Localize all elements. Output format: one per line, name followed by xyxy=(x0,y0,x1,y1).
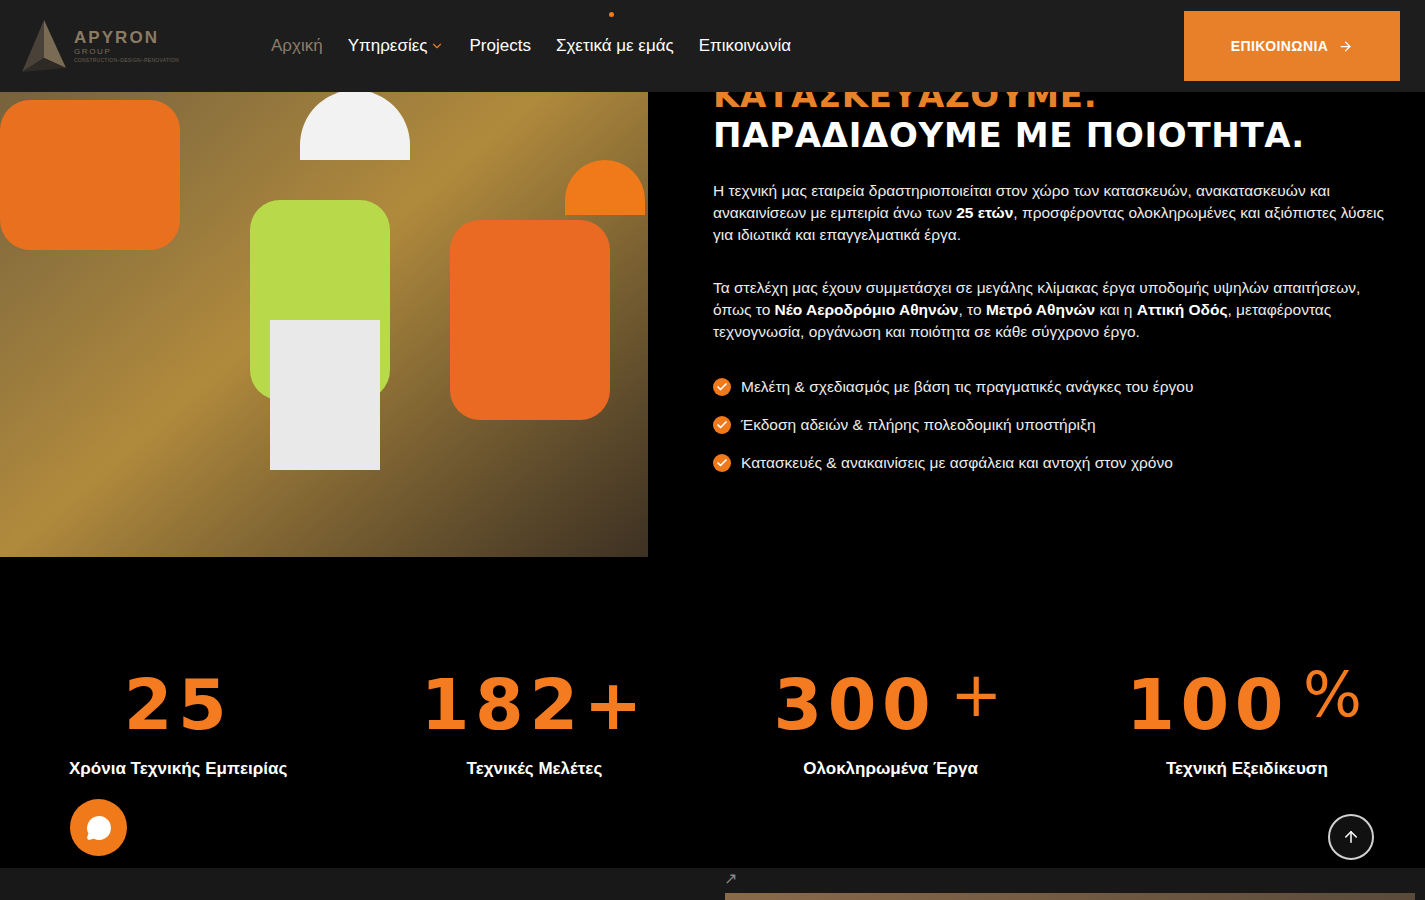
stat: 182+ Τεχνικές Μελέτες xyxy=(356,665,712,868)
stat-value: 100% xyxy=(1126,665,1367,745)
arrow-link[interactable]: ↗ xyxy=(724,869,737,889)
scroll-top-button[interactable] xyxy=(1328,814,1374,860)
check-icon xyxy=(713,416,731,434)
stat-label: Χρόνια Τεχνικής Εμπειρίας xyxy=(69,758,287,780)
page: ΚΑΤΑΣΚΕΥΑΖΟΥΜΕ.ΠΑΡΑΔΙΔΟΥΜΕ ΜΕ ΠΟΙΟΤΗΤΑ.Η… xyxy=(0,0,1425,900)
contact-button[interactable]: ΕΠΙΚΟΙΝΩΝΙΑ xyxy=(1184,11,1400,81)
nav-item[interactable]: Projects xyxy=(469,35,530,57)
about-paragraph: Η τεχνική μας εταιρεία δραστηριοποιείται… xyxy=(713,180,1395,246)
check-icon xyxy=(713,378,731,396)
arrow-up-icon xyxy=(1342,828,1360,846)
stat-value: 300+ xyxy=(773,665,1007,745)
active-dot xyxy=(609,12,614,17)
checklist-item: Κατασκευές & ανακαινίσεις με ασφάλεια κα… xyxy=(713,452,1395,474)
logo-icon xyxy=(18,16,70,76)
header: APYRONGROUPCONSTRUCTION–DESIGN–RENOVATIO… xyxy=(0,0,1425,92)
stat-label: Τεχνικές Μελέτες xyxy=(467,758,603,780)
checklist-item: Μελέτη & σχεδιασμός με βάση τις πραγματι… xyxy=(713,376,1395,398)
about-paragraph: Τα στελέχη μας έχουν συμμετάσχει σε μεγά… xyxy=(713,277,1395,343)
stat: 25 Χρόνια Τεχνικής Εμπειρίας xyxy=(0,665,356,868)
nav-item[interactable]: Επικοινωνία xyxy=(699,35,791,57)
arrow-right-icon xyxy=(1338,39,1353,54)
stat-label: Ολοκληρωμένα Έργα xyxy=(803,758,978,780)
chat-button[interactable] xyxy=(70,799,127,856)
checklist-item: Έκδοση αδειών & πλήρης πολεοδομική υποστ… xyxy=(713,414,1395,436)
checklist: Μελέτη & σχεδιασμός με βάση τις πραγματι… xyxy=(713,376,1395,474)
nav-item[interactable]: Υπηρεσίες xyxy=(348,35,445,57)
check-icon xyxy=(713,454,731,472)
stat: 300+ Ολοκληρωμένα Έργα xyxy=(713,665,1069,868)
main-nav: Αρχική Υπηρεσίες Projects Σχετικά με εμάς Επ… xyxy=(271,35,791,57)
stat-value: 182+ xyxy=(421,665,648,745)
chat-icon xyxy=(86,815,112,841)
stats-section: 25 Χρόνια Τεχνικής Εμπειρίας 182+ Τεχνικές … xyxy=(0,557,1425,868)
nav-item[interactable]: Αρχική xyxy=(271,35,323,57)
logo[interactable]: APYRONGROUPCONSTRUCTION–DESIGN–RENOVATIO… xyxy=(18,16,271,76)
chevron-down-icon xyxy=(430,39,444,53)
next-photo xyxy=(725,893,1415,900)
stat-label: Τεχνική Εξειδίκευση xyxy=(1166,758,1328,780)
nav-item[interactable]: Σχετικά με εμάς xyxy=(556,35,674,57)
next-section: ↗ xyxy=(0,868,1425,900)
stat-value: 25 xyxy=(124,665,233,745)
